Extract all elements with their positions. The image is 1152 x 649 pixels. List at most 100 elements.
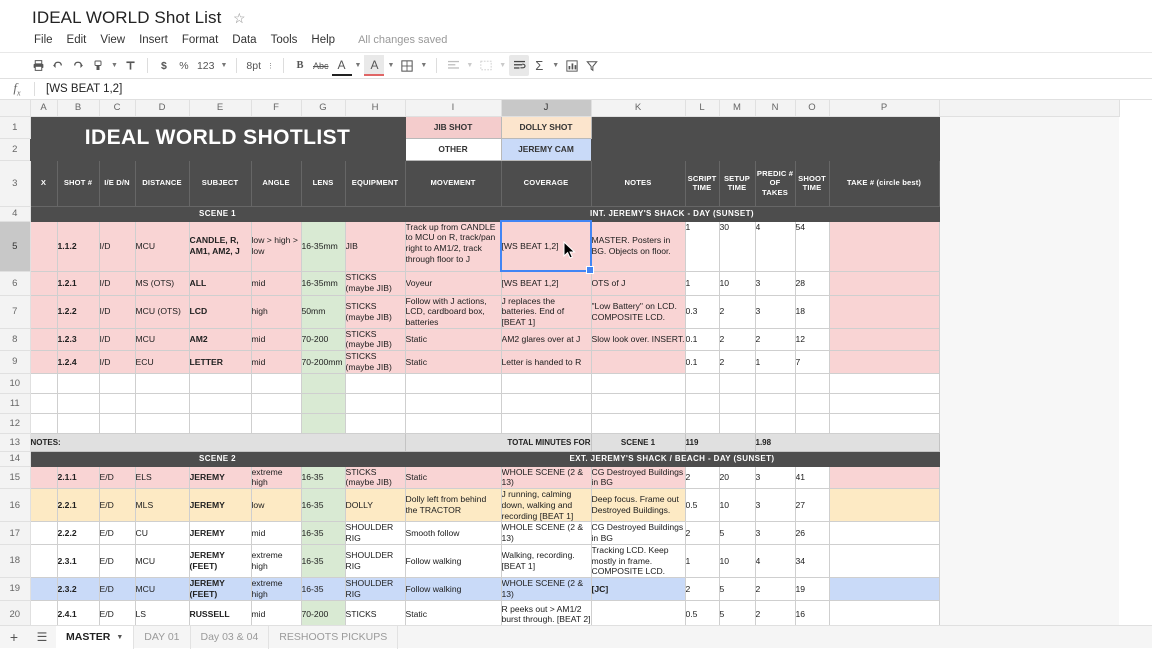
column-header-o[interactable]: O xyxy=(795,100,829,116)
column-header-k[interactable]: K xyxy=(591,100,685,116)
cell-distance[interactable]: MS (OTS) xyxy=(135,271,189,295)
fill-color-caret[interactable]: ▼ xyxy=(384,62,397,69)
cell-ie-dn[interactable]: E/D xyxy=(99,489,135,522)
cell-predicted-takes[interactable]: 3 xyxy=(755,522,795,544)
blank-cell[interactable] xyxy=(939,489,1119,522)
paint-format-icon[interactable] xyxy=(88,55,108,76)
percent-format-button[interactable]: % xyxy=(174,55,194,76)
vertical-align-icon[interactable] xyxy=(476,55,496,76)
cell-lens[interactable]: 16-35 xyxy=(301,489,345,522)
cell-equipment[interactable]: STICKS (maybe JIB) xyxy=(345,328,405,350)
cell-shoot-time[interactable]: 12 xyxy=(795,328,829,350)
cell-notes[interactable] xyxy=(591,351,685,373)
column-header-l[interactable]: L xyxy=(685,100,719,116)
menu-help[interactable]: Help xyxy=(304,32,342,48)
row-header-2[interactable]: 2 xyxy=(0,138,30,160)
number-format-caret[interactable]: ▼ xyxy=(217,62,230,69)
cell-shot-number[interactable]: 1.2.4 xyxy=(57,351,99,373)
cell-shot-number[interactable]: 2.2.2 xyxy=(57,522,99,544)
cell-shot-number[interactable]: 2.3.1 xyxy=(57,544,99,577)
cell-movement[interactable]: Smooth follow xyxy=(405,522,501,544)
cell-subject[interactable]: CANDLE, R, AM1, AM2, J xyxy=(189,221,251,271)
cell-x[interactable] xyxy=(30,522,57,544)
row-header-15[interactable]: 15 xyxy=(0,466,30,488)
number-format-button[interactable]: 123 xyxy=(194,55,218,76)
cell-empty[interactable] xyxy=(591,413,685,433)
cell-angle[interactable]: extreme high xyxy=(251,466,301,488)
cell-subject[interactable]: JEREMY xyxy=(189,489,251,522)
row-header-1[interactable]: 1 xyxy=(0,116,30,138)
cell-empty[interactable] xyxy=(755,373,795,393)
sheet-tab-master[interactable]: MASTER ▼ xyxy=(56,626,134,649)
row-header-18[interactable]: 18 xyxy=(0,544,30,577)
cell-ie-dn[interactable]: E/D xyxy=(99,522,135,544)
cell-predicted-takes[interactable]: 3 xyxy=(755,295,795,328)
row-header-19[interactable]: 19 xyxy=(0,577,30,600)
cell-lens[interactable]: 16-35 xyxy=(301,544,345,577)
cell-angle[interactable]: mid xyxy=(251,271,301,295)
blank-cell[interactable] xyxy=(939,373,1119,393)
row-header-6[interactable]: 6 xyxy=(0,271,30,295)
cell-empty[interactable] xyxy=(829,393,939,413)
cell-empty[interactable] xyxy=(755,393,795,413)
blank-cell[interactable] xyxy=(939,271,1119,295)
total-minutes-value[interactable]: 119 xyxy=(685,433,755,451)
cell-empty[interactable] xyxy=(99,393,135,413)
cell-empty[interactable] xyxy=(829,373,939,393)
formula-input[interactable]: [WS BEAT 1,2] xyxy=(35,83,1152,95)
blank-cell[interactable] xyxy=(939,451,1119,466)
column-header-a[interactable]: A xyxy=(30,100,57,116)
cell-empty[interactable] xyxy=(591,373,685,393)
cell-empty[interactable] xyxy=(685,373,719,393)
cell-empty[interactable] xyxy=(135,413,189,433)
format-brush-icon[interactable] xyxy=(121,55,141,76)
cell-predicted-takes[interactable]: 2 xyxy=(755,577,795,600)
cell-angle[interactable]: low > high > low xyxy=(251,221,301,271)
cell-empty[interactable] xyxy=(251,393,301,413)
text-color-button[interactable]: A xyxy=(332,55,352,76)
cell-empty[interactable] xyxy=(301,393,345,413)
cell-lens[interactable]: 70-200mm xyxy=(301,351,345,373)
cell-notes[interactable]: Deep focus. Frame out Destroyed Building… xyxy=(591,489,685,522)
cell-script-time[interactable]: 0.1 xyxy=(685,328,719,350)
cell-ie-dn[interactable]: I/D xyxy=(99,351,135,373)
font-size-input[interactable]: 8pt xyxy=(243,55,264,76)
cell-shoot-time[interactable]: 7 xyxy=(795,351,829,373)
row-header-3[interactable]: 3 xyxy=(0,160,30,206)
cell-notes[interactable]: "Low Battery" on LCD. COMPOSITE LCD. xyxy=(591,295,685,328)
cell-coverage[interactable]: AM2 glares over at J xyxy=(501,328,591,350)
cell-equipment[interactable]: STICKS (maybe JIB) xyxy=(345,295,405,328)
row-header-14[interactable]: 14 xyxy=(0,451,30,466)
cell-script-time[interactable]: 0.1 xyxy=(685,351,719,373)
cell-empty[interactable] xyxy=(719,373,755,393)
cell-setup-time[interactable]: 20 xyxy=(719,466,755,488)
column-header-m[interactable]: M xyxy=(719,100,755,116)
cell-equipment[interactable]: STICKS (maybe JIB) xyxy=(345,466,405,488)
cell-take-number[interactable] xyxy=(829,351,939,373)
functions-caret[interactable]: ▼ xyxy=(549,62,562,69)
cell-shoot-time[interactable]: 27 xyxy=(795,489,829,522)
cell-movement[interactable]: Follow with J actions, LCD, cardboard bo… xyxy=(405,295,501,328)
borders-caret[interactable]: ▼ xyxy=(417,62,430,69)
cell-take-number[interactable] xyxy=(829,466,939,488)
cell-distance[interactable]: MCU xyxy=(135,577,189,600)
cell-empty[interactable] xyxy=(719,413,755,433)
cell-empty[interactable] xyxy=(501,413,591,433)
cell-distance[interactable]: MCU xyxy=(135,221,189,271)
cell-x[interactable] xyxy=(30,489,57,522)
cell-ie-dn[interactable]: E/D xyxy=(99,466,135,488)
cell-notes[interactable]: Tracking LCD. Keep mostly in frame. COMP… xyxy=(591,544,685,577)
cell-equipment[interactable]: STICKS (maybe JIB) xyxy=(345,351,405,373)
cell-angle[interactable]: mid xyxy=(251,328,301,350)
cell-take-number[interactable] xyxy=(829,221,939,271)
cell-empty[interactable] xyxy=(189,413,251,433)
blank-cell[interactable] xyxy=(939,206,1119,221)
cell-notes[interactable]: OTS of J xyxy=(591,271,685,295)
row-header-10[interactable]: 10 xyxy=(0,373,30,393)
cell-movement[interactable]: Follow walking xyxy=(405,577,501,600)
cell-script-time[interactable]: 2 xyxy=(685,522,719,544)
cell-empty[interactable] xyxy=(301,373,345,393)
cell-coverage[interactable]: J running, calming down, walking and rec… xyxy=(501,489,591,522)
cell-equipment[interactable]: SHOULDER RIG xyxy=(345,544,405,577)
all-sheets-icon[interactable]: ☰ xyxy=(28,630,56,644)
